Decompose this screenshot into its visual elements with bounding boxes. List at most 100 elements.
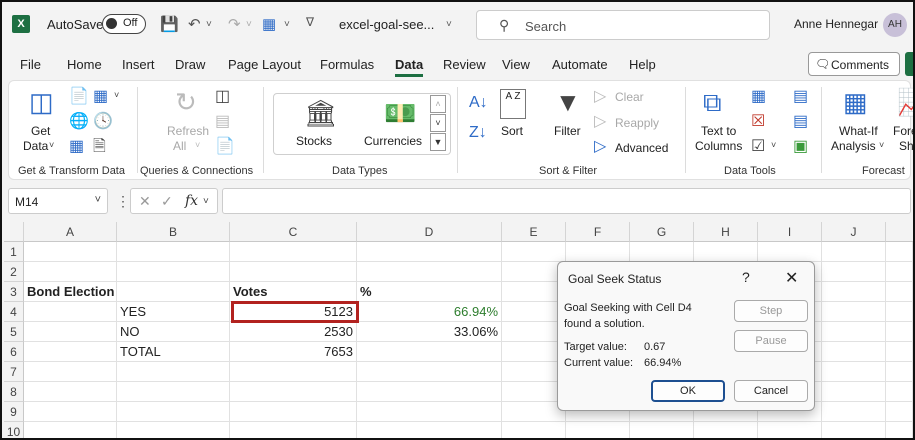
what-if-dropdown-icon[interactable]: ˅: [879, 141, 884, 150]
grid-cell[interactable]: [357, 342, 502, 362]
row-header[interactable]: 5: [4, 322, 24, 342]
save-icon[interactable]: 💾: [160, 15, 179, 33]
row-header[interactable]: 10: [4, 422, 24, 438]
undo-icon[interactable]: ↶: [188, 15, 201, 33]
customize-qat-icon[interactable]: ∇: [306, 15, 314, 29]
from-web-icon[interactable]: ▦: [93, 89, 108, 105]
sort-descending-icon[interactable]: Z↓: [469, 125, 487, 141]
reapply-icon[interactable]: ▷: [594, 114, 606, 130]
gallery-down-icon[interactable]: ˅: [430, 114, 446, 132]
cell-d3[interactable]: %: [357, 282, 502, 302]
gallery-more-icon[interactable]: ▼: [430, 133, 446, 151]
what-if-analysis-icon[interactable]: ▦: [843, 89, 868, 115]
tab-data[interactable]: Data: [395, 57, 423, 72]
grid-cell[interactable]: [630, 242, 694, 262]
sort-ascending-icon[interactable]: A↓: [469, 95, 488, 111]
data-validation-icon[interactable]: ☑: [751, 139, 765, 155]
row-header[interactable]: 3: [4, 282, 24, 302]
grid-cell[interactable]: [117, 402, 230, 422]
data-model-icon[interactable]: ▣: [793, 139, 808, 155]
edit-links-icon[interactable]: 📄: [215, 139, 235, 155]
grid-cell[interactable]: [886, 302, 913, 322]
grid-cell[interactable]: [886, 342, 913, 362]
advanced-label[interactable]: Advanced: [615, 141, 668, 155]
grid-cell[interactable]: [694, 422, 758, 438]
grid-cell[interactable]: [630, 422, 694, 438]
refresh-icon[interactable]: ↻: [175, 89, 197, 115]
name-box[interactable]: M14 ˅: [8, 188, 108, 214]
chevron-down-icon[interactable]: ˅: [95, 194, 101, 206]
row-header[interactable]: 1: [4, 242, 24, 262]
tab-insert[interactable]: Insert: [122, 57, 155, 72]
grid-cell[interactable]: [822, 422, 886, 438]
clear-filter-icon[interactable]: ▷: [594, 89, 606, 105]
cell-b5[interactable]: NO: [117, 322, 230, 342]
grid-cell[interactable]: [230, 242, 357, 262]
grid-cell[interactable]: [230, 422, 357, 438]
grid-cell[interactable]: [502, 422, 566, 438]
grid-cell[interactable]: [24, 242, 117, 262]
cell-c6[interactable]: 7653: [230, 342, 357, 362]
forecast-sheet-label-1[interactable]: Fore: [893, 124, 913, 138]
text-to-columns-icon[interactable]: ⧉: [703, 89, 722, 115]
grid-cell[interactable]: [886, 402, 913, 422]
grid-cell[interactable]: [822, 302, 886, 322]
grid-cell[interactable]: [758, 422, 822, 438]
cell-b4[interactable]: YES: [117, 302, 230, 322]
enter-icon[interactable]: ✓: [161, 193, 173, 210]
avatar[interactable]: AH: [883, 13, 907, 37]
grid-cell[interactable]: [357, 382, 502, 402]
step-button[interactable]: Step: [734, 300, 808, 322]
consolidate-icon[interactable]: ▤: [793, 89, 808, 105]
text-to-columns-label-1[interactable]: Text to: [701, 124, 736, 138]
grid-cell[interactable]: [822, 362, 886, 382]
close-icon[interactable]: ✕: [785, 268, 798, 288]
share-button[interactable]: [905, 52, 913, 76]
sort-label[interactable]: Sort: [501, 124, 523, 138]
currencies-icon[interactable]: 💵: [384, 100, 416, 126]
from-table-icon[interactable]: 🌐: [69, 114, 89, 130]
cell-c3[interactable]: Votes: [230, 282, 357, 302]
tab-automate[interactable]: Automate: [552, 57, 608, 72]
function-dropdown-icon[interactable]: ˅: [203, 196, 209, 207]
tab-draw[interactable]: Draw: [175, 57, 205, 72]
refresh-all-label-2[interactable]: All: [173, 139, 186, 153]
refresh-all-label-1[interactable]: Refresh: [167, 124, 209, 138]
data-validation-dropdown-icon[interactable]: ˅: [771, 141, 776, 150]
grid-cell[interactable]: [886, 322, 913, 342]
grid-cell[interactable]: [117, 262, 230, 282]
autosave-toggle[interactable]: Off: [102, 14, 146, 34]
forecast-sheet-label-2[interactable]: Sh: [899, 139, 913, 153]
grid-cell[interactable]: [694, 242, 758, 262]
column-header[interactable]: I: [758, 222, 822, 242]
grid-cell[interactable]: [357, 402, 502, 422]
grid-cell[interactable]: [24, 322, 117, 342]
sort-icon[interactable]: A Z: [500, 89, 526, 119]
grid-cell[interactable]: [24, 302, 117, 322]
filter-icon[interactable]: ▼: [555, 89, 581, 115]
undo-dropdown-icon[interactable]: ˅: [206, 19, 212, 30]
from-picture-icon[interactable]: ▦: [69, 139, 84, 155]
grid-cell[interactable]: [822, 322, 886, 342]
grid-cell[interactable]: [357, 262, 502, 282]
cancel-button[interactable]: Cancel: [734, 380, 808, 402]
search-box[interactable]: ⚲ Search: [476, 10, 770, 40]
redo-dropdown-icon[interactable]: ˅: [246, 19, 252, 30]
grid-cell[interactable]: [230, 362, 357, 382]
grid-cell[interactable]: [230, 382, 357, 402]
grid-cell[interactable]: [886, 422, 913, 438]
grid-cell[interactable]: [117, 242, 230, 262]
what-if-label-2[interactable]: Analysis: [831, 139, 876, 153]
grid-cell[interactable]: [886, 382, 913, 402]
ok-button[interactable]: OK: [651, 380, 725, 402]
cell-a3[interactable]: Bond Election: [24, 282, 117, 302]
cell-b6[interactable]: TOTAL: [117, 342, 230, 362]
get-data-label-1[interactable]: Get: [31, 124, 50, 138]
tab-review[interactable]: Review: [443, 57, 486, 72]
column-header[interactable]: F: [566, 222, 630, 242]
from-text-icon[interactable]: 📄: [69, 89, 89, 105]
insert-function-icon[interactable]: fx: [185, 193, 198, 209]
grid-cell[interactable]: [230, 402, 357, 422]
table-dropdown-icon[interactable]: ˅: [284, 19, 290, 30]
more-options-icon[interactable]: ⋮: [116, 193, 130, 210]
